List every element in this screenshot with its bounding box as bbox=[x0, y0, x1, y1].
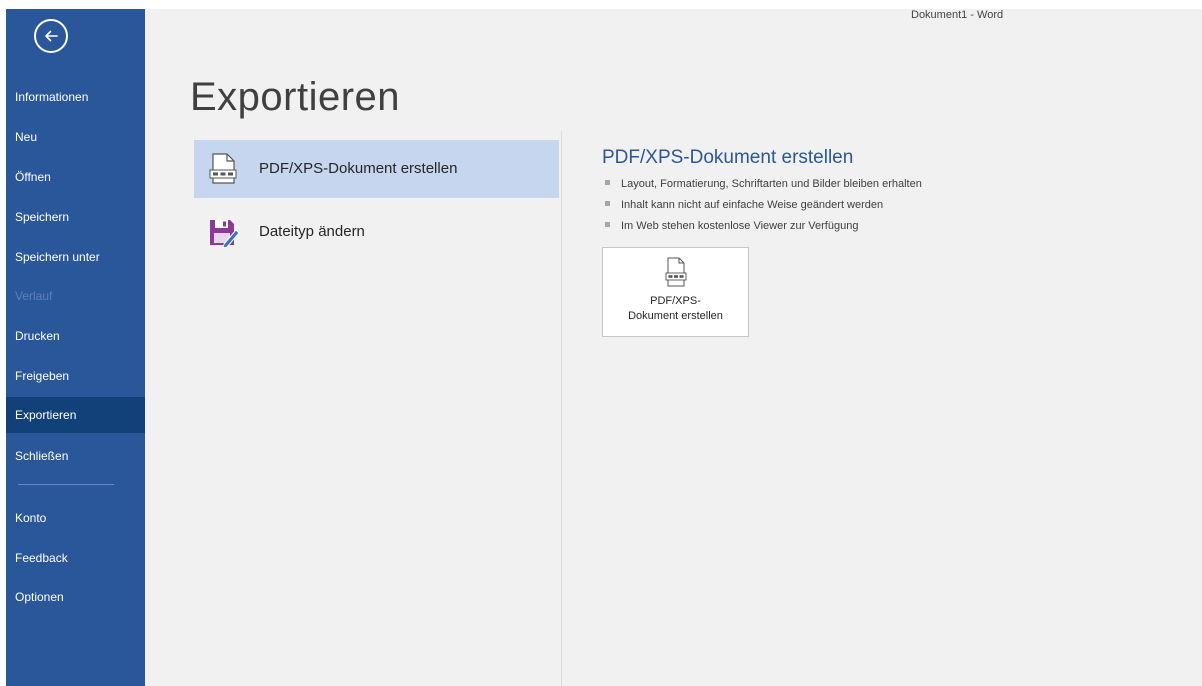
create-button-label-line2: Dokument erstellen bbox=[628, 310, 723, 322]
sidebar-item-drucken[interactable]: Drucken bbox=[6, 319, 145, 353]
save-as-icon bbox=[210, 220, 240, 249]
sidebar-item-verlauf: Verlauf bbox=[15, 289, 53, 303]
export-option-create-pdf-xps[interactable]: PDF/XPS-Dokument erstellen bbox=[194, 140, 559, 198]
detail-bullet: Im Web stehen kostenlose Viewer zur Verf… bbox=[605, 219, 858, 233]
backstage-view: Informationen Neu Öffnen Speichern Speic… bbox=[6, 9, 1202, 686]
back-button[interactable] bbox=[34, 19, 68, 53]
bullet-square-icon bbox=[605, 180, 610, 185]
detail-bullet-text: Im Web stehen kostenlose Viewer zur Verf… bbox=[621, 220, 859, 232]
panel-divider bbox=[561, 131, 562, 686]
backstage-sidebar: Informationen Neu Öffnen Speichern Speic… bbox=[6, 9, 145, 686]
sidebar-item-schliessen[interactable]: Schließen bbox=[6, 439, 145, 473]
sidebar-item-speichern-unter[interactable]: Speichern unter bbox=[6, 240, 145, 274]
sidebar-item-feedback[interactable]: Feedback bbox=[6, 541, 145, 575]
create-button-label-line1: PDF/XPS- bbox=[650, 295, 701, 307]
bullet-square-icon bbox=[605, 222, 610, 227]
sidebar-item-optionen[interactable]: Optionen bbox=[6, 580, 145, 614]
pdf-document-icon bbox=[209, 153, 237, 184]
sidebar-item-freigeben[interactable]: Freigeben bbox=[6, 359, 145, 393]
page-title: Exportieren bbox=[190, 75, 401, 119]
export-option-label: PDF/XPS-Dokument erstellen bbox=[259, 160, 458, 177]
sidebar-item-oeffnen[interactable]: Öffnen bbox=[6, 160, 145, 194]
back-arrow-icon bbox=[45, 30, 58, 42]
sidebar-item-neu[interactable]: Neu bbox=[6, 120, 145, 154]
window-title: Dokument1 - Word bbox=[911, 9, 1004, 21]
sidebar-item-informationen[interactable]: Informationen bbox=[6, 80, 145, 114]
create-pdf-xps-button[interactable]: PDF/XPS- Dokument erstellen bbox=[602, 247, 749, 337]
detail-bullet-text: Layout, Formatierung, Schriftarten und B… bbox=[621, 178, 922, 190]
detail-bullet: Inhalt kann nicht auf einfache Weise geä… bbox=[605, 198, 883, 212]
sidebar-item-speichern[interactable]: Speichern bbox=[6, 200, 145, 234]
detail-bullet: Layout, Formatierung, Schriftarten und B… bbox=[605, 177, 922, 191]
sidebar-item-konto[interactable]: Konto bbox=[6, 501, 145, 535]
detail-heading: PDF/XPS-Dokument erstellen bbox=[602, 147, 854, 168]
create-button-label: PDF/XPS- Dokument erstellen bbox=[603, 294, 748, 324]
detail-bullet-text: Inhalt kann nicht auf einfache Weise geä… bbox=[621, 199, 884, 211]
export-option-change-file-type[interactable]: Dateityp ändern bbox=[194, 203, 559, 261]
export-option-label: Dateityp ändern bbox=[259, 223, 365, 240]
bullet-square-icon bbox=[605, 201, 610, 206]
sidebar-divider bbox=[18, 484, 114, 485]
pdf-document-icon bbox=[665, 257, 687, 287]
sidebar-item-exportieren[interactable]: Exportieren bbox=[6, 397, 145, 433]
